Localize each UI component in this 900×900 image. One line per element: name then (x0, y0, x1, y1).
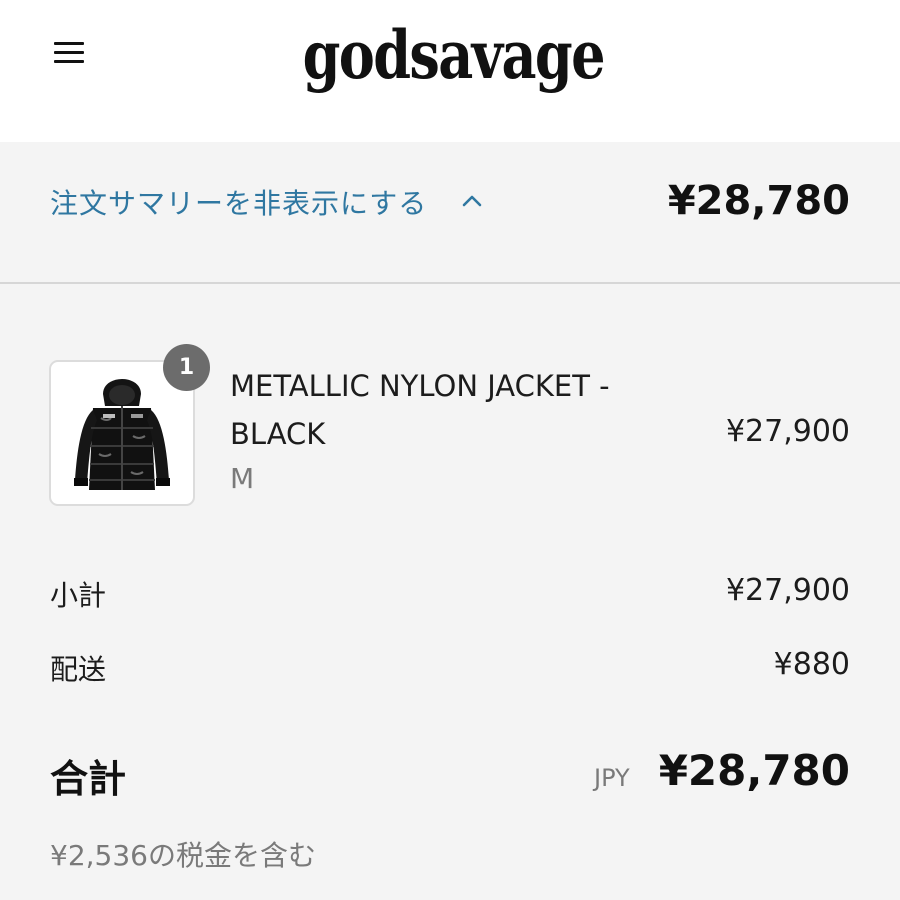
total-currency: JPY (594, 764, 630, 792)
product-variant: M (230, 462, 255, 495)
shipping-value: ¥880 (773, 647, 850, 682)
quantity-badge: 1 (163, 344, 210, 391)
chevron-up-icon[interactable] (461, 190, 483, 212)
total-label: 合計 (50, 757, 127, 801)
hamburger-menu-icon[interactable] (54, 40, 84, 66)
shipping-label: 配送 (50, 653, 107, 686)
subtotal-value: ¥27,900 (725, 573, 850, 608)
product-name: METALLIC NYLON JACKET - BLACK (230, 369, 610, 451)
subtotal-label: 小計 (50, 579, 107, 612)
tax-note: ¥2,536の税金を含む (50, 839, 316, 872)
order-summary-toggle-label[interactable]: 注文サマリーを非表示にする (50, 182, 427, 222)
total-amount: ¥28,780 (658, 746, 850, 795)
order-summary-total: ¥28,780 (667, 178, 850, 224)
product-price: ¥27,900 (725, 414, 850, 449)
store-logo[interactable]: godsavage (84, 16, 822, 94)
store-header: godsavage (0, 0, 900, 142)
